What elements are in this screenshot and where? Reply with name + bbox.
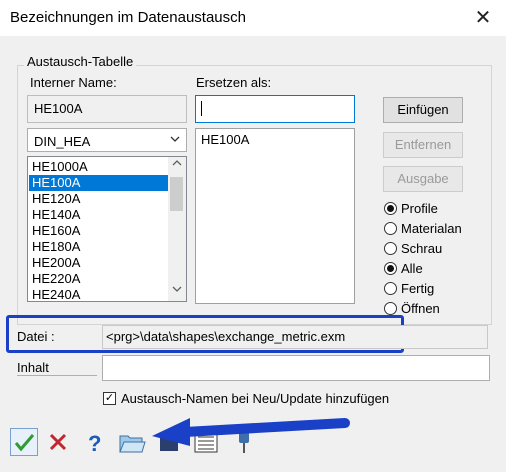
annotation-arrow	[152, 418, 350, 446]
